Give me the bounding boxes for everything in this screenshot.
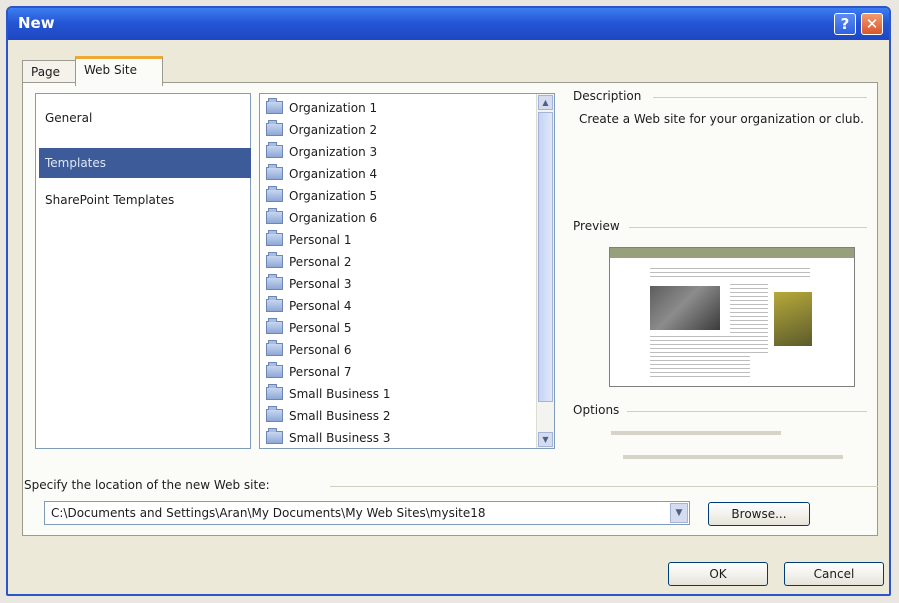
- description-text: Create a Web site for your organization …: [579, 112, 864, 126]
- list-item[interactable]: Organization 2: [266, 120, 377, 140]
- preview-text-block: [730, 284, 768, 354]
- list-item[interactable]: Organization 1: [266, 98, 377, 118]
- folder-icon: [266, 142, 283, 158]
- location-combobox[interactable]: C:\Documents and Settings\Aran\My Docume…: [44, 501, 690, 525]
- list-item-label: Personal 1: [289, 233, 352, 247]
- folder-icon: [266, 340, 283, 356]
- title-bar[interactable]: New ? ✕: [8, 8, 889, 40]
- list-item-label: Personal 2: [289, 255, 352, 269]
- list-item[interactable]: Personal 5: [266, 318, 351, 338]
- folder-icon: [266, 120, 283, 136]
- list-item-label: Small Business 3: [289, 431, 391, 445]
- list-item[interactable]: Small Business 1: [266, 384, 391, 404]
- option-checkbox-disabled: [611, 429, 791, 439]
- list-item[interactable]: Personal 3: [266, 274, 351, 294]
- list-item[interactable]: Personal 7: [266, 362, 351, 382]
- list-item[interactable]: Personal 6: [266, 340, 351, 360]
- list-item-label: Organization 1: [289, 101, 378, 115]
- list-item-label: Organization 4: [289, 167, 378, 181]
- tab-page[interactable]: Page: [22, 60, 78, 83]
- list-item-label: Organization 3: [289, 145, 378, 159]
- folder-icon: [266, 318, 283, 334]
- list-item[interactable]: Personal 1: [266, 230, 351, 250]
- list-item-label: Personal 5: [289, 321, 352, 335]
- folder-icon: [266, 274, 283, 290]
- folder-icon: [266, 230, 283, 246]
- scroll-thumb[interactable]: [538, 112, 553, 402]
- description-divider: [653, 97, 867, 98]
- folder-icon: [266, 164, 283, 180]
- location-label: Specify the location of the new Web site…: [24, 478, 270, 492]
- preview-divider: [629, 227, 867, 228]
- category-general[interactable]: General: [39, 108, 251, 128]
- description-label: Description: [573, 89, 642, 103]
- option-text-placeholder: [623, 455, 843, 459]
- list-item[interactable]: Personal 2: [266, 252, 351, 272]
- list-item-label: Personal 6: [289, 343, 352, 357]
- chevron-down-icon[interactable]: ▼: [670, 503, 688, 523]
- list-item-label: Personal 7: [289, 365, 352, 379]
- category-sharepoint-templates[interactable]: SharePoint Templates: [39, 190, 251, 210]
- list-item-label: Personal 4: [289, 299, 352, 313]
- folder-icon: [266, 252, 283, 268]
- category-list[interactable]: General Templates SharePoint Templates: [35, 93, 251, 449]
- new-dialog: New ? ✕ Page Web Site General Templates …: [6, 6, 891, 596]
- folder-icon: [266, 296, 283, 312]
- list-item-label: Small Business 1: [289, 387, 391, 401]
- folder-icon: [266, 186, 283, 202]
- list-item-label: Organization 5: [289, 189, 378, 203]
- options-label: Options: [573, 403, 620, 417]
- template-list-scrollbar[interactable]: ▲ ▼: [536, 94, 554, 448]
- folder-icon: [266, 428, 283, 444]
- web-site-tab-panel: General Templates SharePoint Templates O…: [22, 82, 878, 536]
- preview-label: Preview: [573, 219, 620, 233]
- folder-icon: [266, 208, 283, 224]
- preview-header-band: [610, 248, 854, 258]
- template-preview-image: [609, 247, 855, 387]
- option-checkbox-disabled: [623, 453, 843, 463]
- list-item-label: Personal 3: [289, 277, 352, 291]
- options-divider: [627, 411, 867, 412]
- preview-text-block: [650, 268, 810, 278]
- list-item[interactable]: Organization 3: [266, 142, 377, 162]
- list-item-label: Small Business 2: [289, 409, 391, 423]
- scroll-down-button[interactable]: ▼: [538, 432, 553, 447]
- list-item[interactable]: Organization 6: [266, 208, 377, 228]
- scroll-up-button[interactable]: ▲: [538, 95, 553, 110]
- list-item[interactable]: Personal 4: [266, 296, 351, 316]
- template-list[interactable]: Organization 1 Organization 2 Organizati…: [259, 93, 555, 449]
- folder-icon: [266, 384, 283, 400]
- folder-icon: [266, 98, 283, 114]
- list-item[interactable]: Organization 4: [266, 164, 377, 184]
- option-text-placeholder: [611, 431, 781, 435]
- list-item[interactable]: Small Business 3: [266, 428, 391, 448]
- preview-photo-bridge: [650, 286, 720, 330]
- list-item-label: Organization 6: [289, 211, 378, 225]
- category-templates[interactable]: Templates: [39, 148, 251, 178]
- close-button[interactable]: ✕: [861, 13, 883, 35]
- dialog-title: New: [18, 14, 55, 32]
- location-value: C:\Documents and Settings\Aran\My Docume…: [51, 506, 486, 520]
- help-button[interactable]: ?: [834, 13, 856, 35]
- folder-icon: [266, 406, 283, 422]
- cancel-button[interactable]: Cancel: [784, 562, 884, 586]
- browse-button[interactable]: Browse...: [708, 502, 810, 526]
- list-item[interactable]: Small Business 2: [266, 406, 391, 426]
- list-item-label: Organization 2: [289, 123, 378, 137]
- folder-icon: [266, 362, 283, 378]
- tab-web-site[interactable]: Web Site: [75, 56, 163, 86]
- list-item[interactable]: Organization 5: [266, 186, 377, 206]
- ok-button[interactable]: OK: [668, 562, 768, 586]
- preview-photo-garden: [774, 292, 812, 346]
- location-divider: [330, 486, 878, 487]
